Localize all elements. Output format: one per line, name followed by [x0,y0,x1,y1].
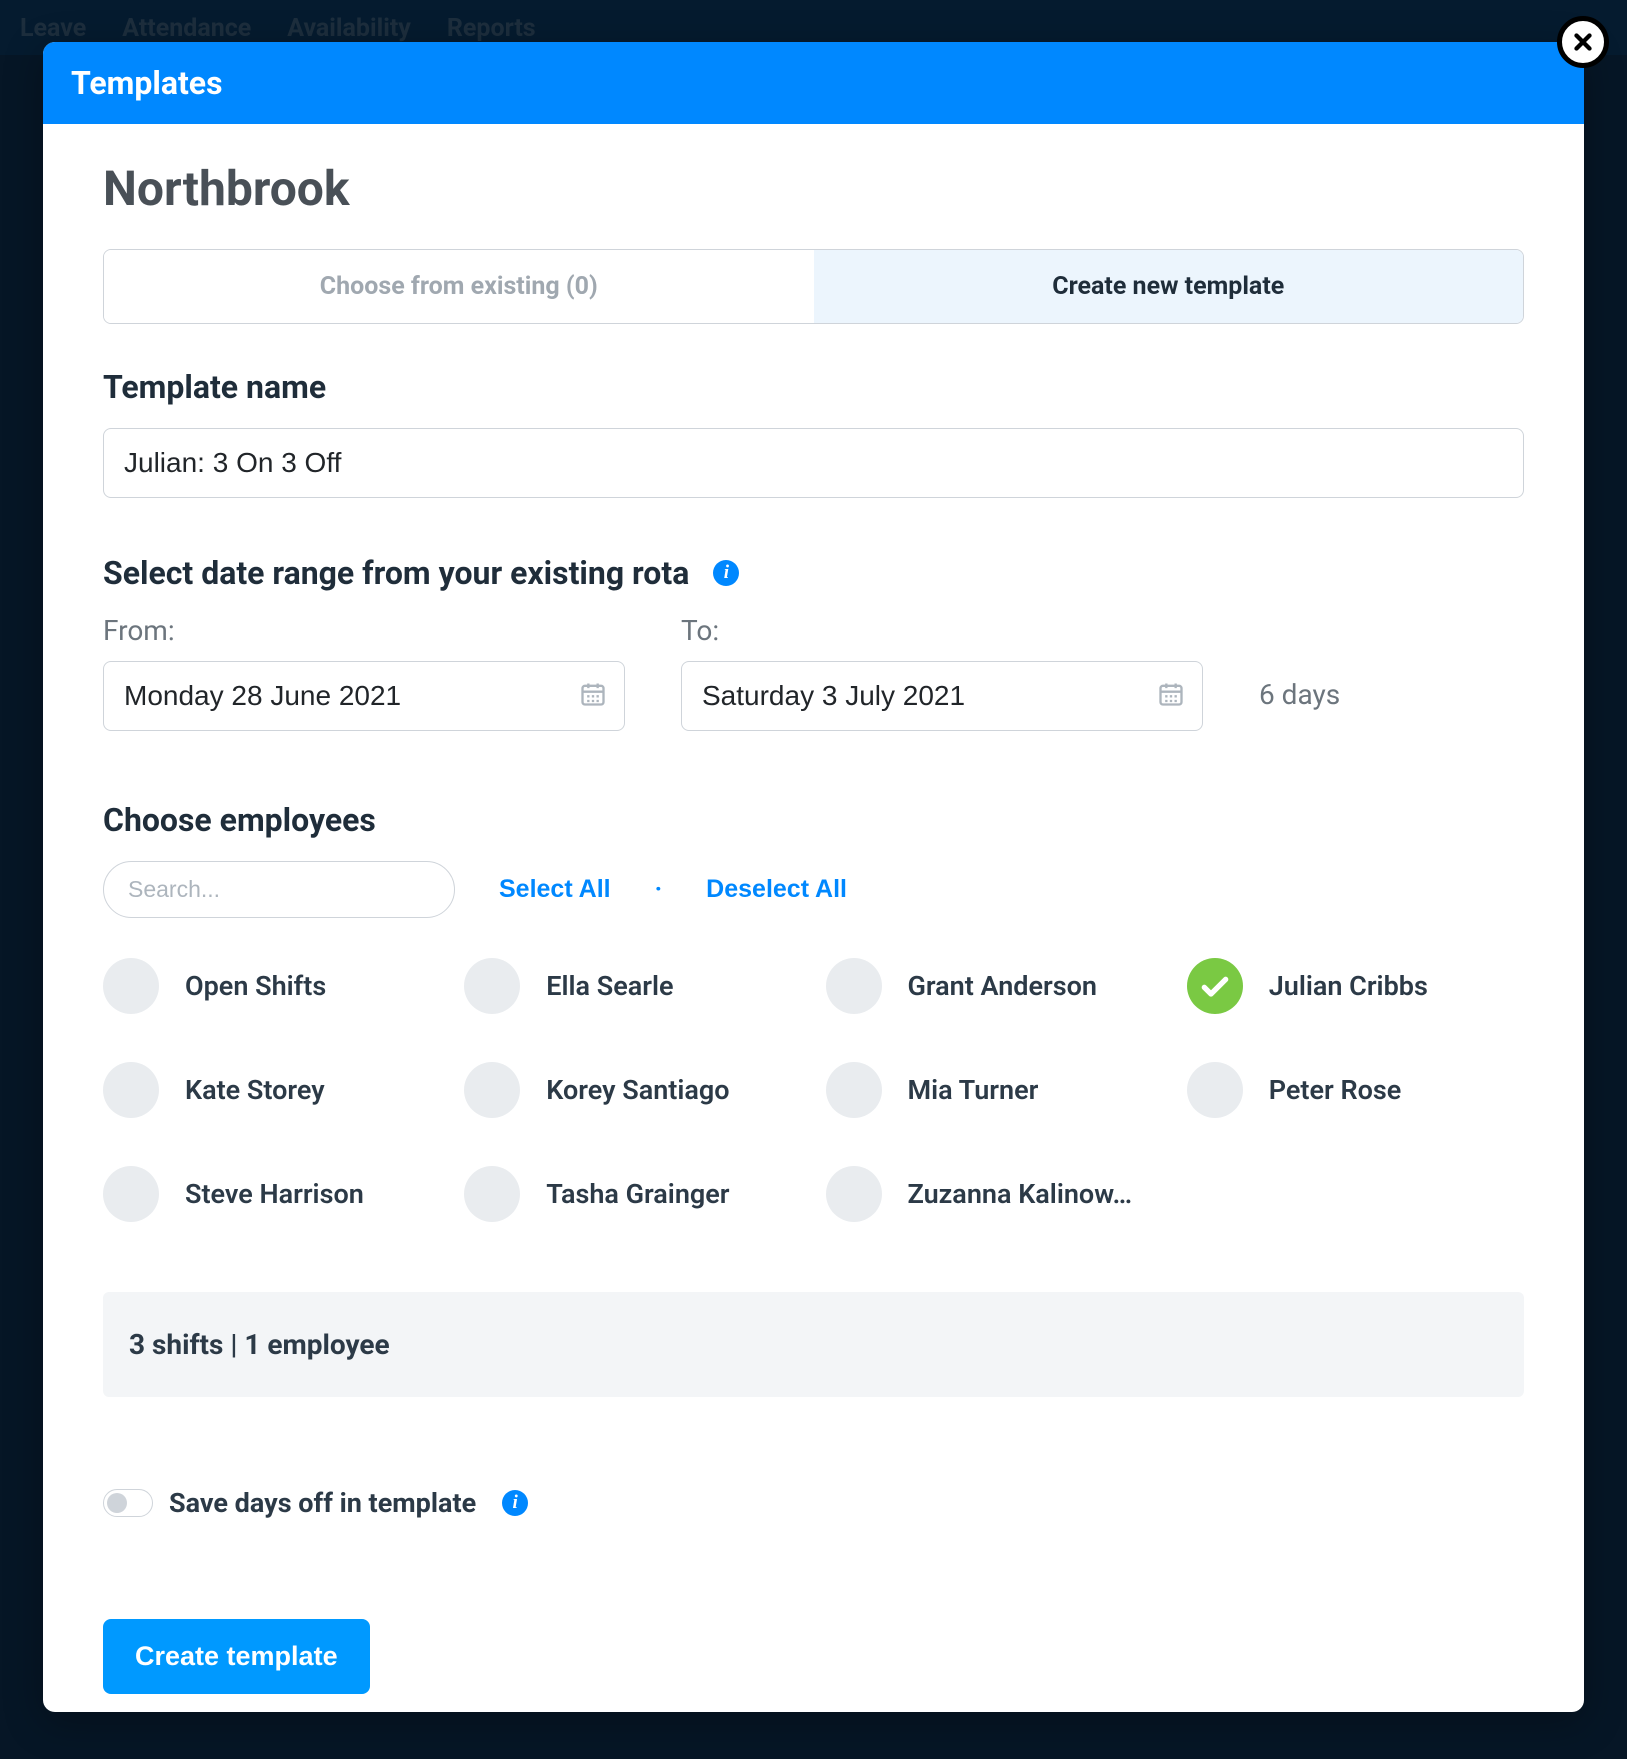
deselect-all-button[interactable]: Deselect All [706,875,847,904]
heading-text: Template name [103,368,326,406]
date-to-col: To: [681,614,1203,731]
to-input-wrap [681,661,1203,731]
date-from-col: From: [103,614,625,731]
avatar-icon [1187,1062,1243,1118]
close-icon [1570,29,1596,55]
avatar-icon [103,1062,159,1118]
modal-body: Northbrook Choose from existing (0) Crea… [43,124,1584,1712]
avatar-icon [464,958,520,1014]
employee-name: Grant Anderson [908,970,1098,1002]
avatar-icon [464,1166,520,1222]
heading-date-range: Select date range from your existing rot… [103,554,1524,592]
heading-template-name: Template name [103,368,1524,406]
save-days-off-row: Save days off in template i [103,1487,1524,1519]
avatar-icon [103,1166,159,1222]
heading-choose-employees: Choose employees [103,801,1524,839]
employee-item[interactable]: Peter Rose [1187,1062,1524,1118]
heading-text: Select date range from your existing rot… [103,554,689,592]
calendar-icon[interactable] [579,680,607,712]
tab-existing[interactable]: Choose from existing (0) [104,250,814,323]
employee-name: Ella Searle [546,970,673,1002]
avatar-icon [826,1062,882,1118]
employee-name: Julian Cribbs [1269,970,1428,1002]
employee-item[interactable]: Mia Turner [826,1062,1163,1118]
template-name-input[interactable] [103,428,1524,498]
create-template-button[interactable]: Create template [103,1619,370,1694]
employee-item[interactable]: Korey Santiago [464,1062,801,1118]
employee-item[interactable]: Tasha Grainger [464,1166,801,1222]
avatar-icon [826,958,882,1014]
modal-title: Templates [71,64,223,102]
avatar-icon [464,1062,520,1118]
employee-item[interactable]: Grant Anderson [826,958,1163,1014]
calendar-icon[interactable] [1157,680,1185,712]
modal-templates: Templates Northbrook Choose from existin… [43,42,1584,1712]
employee-grid: Open Shifts Ella Searle Grant Anderson Juli… [103,958,1524,1222]
employee-search-input[interactable] [103,861,455,918]
employee-name: Peter Rose [1269,1074,1402,1106]
employee-name: Tasha Grainger [546,1178,729,1210]
info-icon[interactable]: i [502,1490,528,1516]
employee-name: Kate Storey [185,1074,325,1106]
modal-header: Templates [43,42,1584,124]
employee-name: Zuzanna Kalinow… [908,1178,1133,1210]
employee-name: Steve Harrison [185,1178,364,1210]
tabs: Choose from existing (0) Create new temp… [103,249,1524,324]
from-label: From: [103,614,625,647]
info-icon[interactable]: i [713,560,739,586]
save-days-off-label: Save days off in template [169,1487,476,1519]
employee-name: Korey Santiago [546,1074,729,1106]
employee-item[interactable]: Kate Storey [103,1062,440,1118]
save-days-off-toggle[interactable] [103,1489,153,1517]
heading-text: Choose employees [103,801,376,839]
days-count: 6 days [1259,678,1340,731]
employee-item[interactable]: Julian Cribbs [1187,958,1524,1014]
from-input-wrap [103,661,625,731]
employee-item[interactable]: Open Shifts [103,958,440,1014]
to-label: To: [681,614,1203,647]
tab-create-new[interactable]: Create new template [814,250,1524,323]
employee-name: Mia Turner [908,1074,1039,1106]
date-range-row: From: To: 6 days [103,614,1524,731]
employee-item[interactable]: Zuzanna Kalinow… [826,1166,1163,1222]
close-button[interactable] [1557,16,1609,68]
employee-item[interactable]: Steve Harrison [103,1166,440,1222]
separator-dot: · [655,875,663,904]
employee-item[interactable]: Ella Searle [464,958,801,1014]
avatar-icon [826,1166,882,1222]
summary-bar: 3 shifts | 1 employee [103,1292,1524,1397]
to-date-input[interactable] [681,661,1203,731]
avatar-icon [103,958,159,1014]
employee-name: Open Shifts [185,970,326,1002]
page-title: Northbrook [103,160,1524,217]
avatar-checked-icon [1187,958,1243,1014]
employee-controls: Select All · Deselect All [103,861,1524,918]
select-all-button[interactable]: Select All [499,875,611,904]
from-date-input[interactable] [103,661,625,731]
